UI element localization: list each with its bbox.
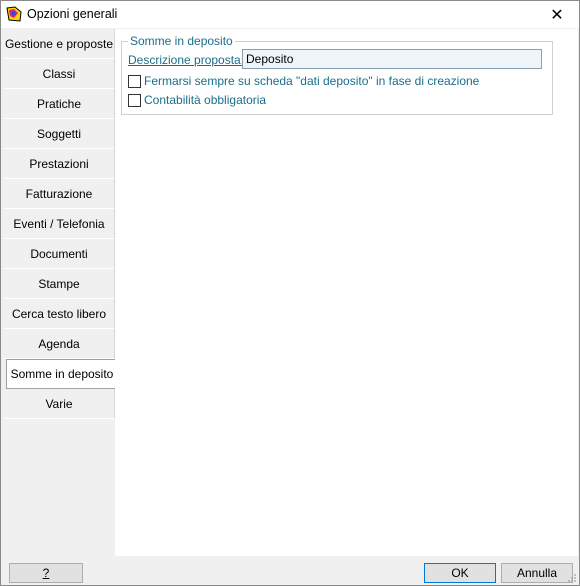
sidebar-item-label: Prestazioni — [29, 156, 89, 171]
sidebar-item-label: Classi — [42, 66, 76, 81]
sidebar-item-varie[interactable]: Varie — [4, 389, 115, 419]
sidebar-item-label: Documenti — [30, 246, 88, 261]
group-title: Somme in deposito — [128, 34, 235, 48]
description-label: Descrizione proposta: — [128, 53, 245, 67]
dialog-footer: ? OK Annulla — [1, 557, 579, 585]
ok-button[interactable]: OK — [424, 563, 496, 583]
sidebar-item-label: Soggetti — [36, 126, 82, 141]
sidebar-item-eventi-telefonia[interactable]: Eventi / Telefonia — [4, 209, 115, 239]
sidebar-item-label: Varie — [45, 396, 73, 411]
sidebar-item-label: Fatturazione — [25, 186, 93, 201]
options-category-list: Gestione e proposte Classi Pratiche Sogg… — [4, 29, 117, 556]
sidebar-item-documenti[interactable]: Documenti — [4, 239, 115, 269]
sidebar-item-label: Pratiche — [36, 96, 82, 111]
mandatory-accounting-option[interactable]: Contabilità obbligatoria — [128, 93, 266, 107]
stop-on-deposit-form-option[interactable]: Fermarsi sempre su scheda "dati deposito… — [128, 74, 479, 88]
help-button-label: ? — [42, 566, 50, 580]
stop-on-deposit-form-label[interactable]: Fermarsi sempre su scheda "dati deposito… — [144, 74, 479, 88]
app-icon — [6, 6, 22, 22]
sidebar-item-soggetti[interactable]: Soggetti — [4, 119, 115, 149]
sidebar-item-classi[interactable]: Classi — [4, 59, 115, 89]
options-panel: Somme in deposito Descrizione proposta: … — [115, 29, 578, 556]
cancel-button-label: Annulla — [516, 566, 558, 580]
sidebar-item-gestione-e-proposte[interactable]: Gestione e proposte — [4, 29, 115, 59]
sidebar-item-label: Somme in deposito — [10, 367, 114, 381]
sidebar-item-somme-in-deposito[interactable]: Somme in deposito — [6, 359, 117, 389]
sidebar-item-label: Cerca testo libero — [11, 306, 107, 321]
sidebar-item-stampe[interactable]: Stampe — [4, 269, 115, 299]
sidebar-item-agenda[interactable]: Agenda — [4, 329, 115, 359]
somme-in-deposito-group: Somme in deposito Descrizione proposta: … — [121, 34, 553, 115]
mandatory-accounting-label[interactable]: Contabilità obbligatoria — [144, 93, 266, 107]
description-input[interactable] — [242, 49, 542, 69]
mandatory-accounting-checkbox[interactable] — [128, 93, 141, 107]
help-button[interactable]: ? — [9, 563, 83, 583]
sidebar-item-label: Gestione e proposte — [4, 36, 114, 51]
sidebar-item-prestazioni[interactable]: Prestazioni — [4, 149, 115, 179]
close-icon[interactable]: ✕ — [535, 1, 579, 28]
options-dialog: Opzioni generali ✕ Gestione e proposte C… — [0, 0, 580, 586]
cancel-button[interactable]: Annulla — [501, 563, 573, 583]
sidebar-item-label: Stampe — [38, 276, 80, 291]
sidebar-item-pratiche[interactable]: Pratiche — [4, 89, 115, 119]
sidebar-item-label: Eventi / Telefonia — [13, 216, 105, 231]
title-bar[interactable]: Opzioni generali ✕ — [1, 1, 579, 28]
sidebar-item-fatturazione[interactable]: Fatturazione — [4, 179, 115, 209]
resize-grip-icon[interactable] — [567, 573, 577, 583]
window-title: Opzioni generali — [27, 7, 118, 21]
ok-button-label: OK — [451, 566, 469, 580]
stop-on-deposit-form-checkbox[interactable] — [128, 74, 141, 88]
sidebar-item-label: Agenda — [38, 336, 80, 351]
sidebar-item-cerca-testo-libero[interactable]: Cerca testo libero — [4, 299, 115, 329]
